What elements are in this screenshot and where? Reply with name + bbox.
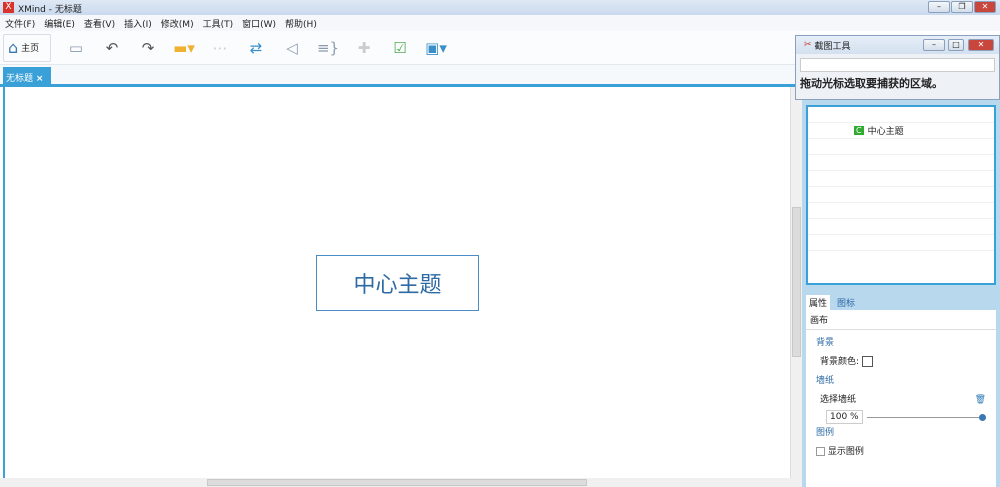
outline-item[interactable]: C 中心主题 [808, 123, 994, 139]
snip-minimize-button[interactable]: – [923, 39, 945, 51]
scroll-thumb[interactable] [792, 207, 801, 357]
undo-icon[interactable]: ↶ [101, 37, 123, 59]
menu-view[interactable]: 查看(V) [84, 17, 115, 30]
home-icon: ⌂ [8, 38, 19, 57]
summary-icon[interactable]: ≡} [317, 37, 339, 59]
topic-icon[interactable]: ▬▾ [173, 37, 195, 59]
close-button[interactable]: ✕ [974, 1, 996, 13]
menu-help[interactable]: 帮助(H) [285, 17, 317, 30]
scroll-thumb[interactable] [207, 479, 587, 486]
tab-label: 无标题 [6, 74, 34, 84]
opacity-slider[interactable] [866, 413, 986, 421]
legend-section: 图例 [816, 428, 835, 438]
delete-icon[interactable]: 🗑 [975, 391, 986, 410]
tab-bar: 无标题 × [0, 65, 795, 87]
background-section: 背景 [816, 338, 835, 348]
tab-properties[interactable]: 属性 [806, 295, 831, 310]
show-legend-checkbox[interactable] [816, 447, 825, 456]
panel-header: 画布 [806, 310, 996, 330]
menu-bar: 文件(F) 编辑(E) 查看(V) 插入(I) 修改(M) 工具(T) 窗口(W… [0, 15, 1000, 31]
menu-insert[interactable]: 插入(I) [124, 17, 152, 30]
menu-window[interactable]: 窗口(W) [242, 17, 276, 30]
save-icon[interactable]: ▭ [65, 37, 87, 59]
tab-untitled[interactable]: 无标题 × [3, 67, 51, 87]
snip-title: 截图工具 [814, 41, 851, 52]
snipping-tool-window: ✂ 截图工具 – □ ✕ 拖动光标选取要捕获的区域。 [795, 35, 1000, 100]
home-button[interactable]: ⌂ 主页 [3, 33, 51, 62]
menu-tools[interactable]: 工具(T) [203, 17, 234, 30]
xmind-logo-icon: X [3, 2, 14, 13]
snip-close-button[interactable]: ✕ [968, 39, 994, 51]
tab-close-icon[interactable]: × [36, 74, 44, 84]
snip-hint: 拖动光标选取要捕获的区域。 [800, 77, 943, 90]
outline-item-label: 中心主题 [867, 127, 904, 137]
opacity-value[interactable]: 100 % [826, 410, 863, 424]
background-color-swatch[interactable] [861, 356, 873, 367]
window-title: XMind - 无标题 [18, 5, 82, 15]
task-icon[interactable]: ☑ [389, 37, 411, 59]
boundary-icon[interactable]: ◁ [281, 37, 303, 59]
background-color-label: 背景颜色: [820, 357, 860, 367]
outline-panel: C 中心主题 [806, 105, 996, 285]
central-topic-badge-icon: C [854, 126, 864, 135]
scissors-icon: ✂ [804, 40, 812, 50]
image-icon[interactable]: ▣▾ [425, 37, 447, 59]
central-topic[interactable]: 中心主题 [316, 255, 479, 311]
minimize-button[interactable]: – [928, 1, 950, 13]
title-bar: X XMind - 无标题 – ❐ ✕ [0, 0, 1000, 15]
redo-icon[interactable]: ↷ [137, 37, 159, 59]
properties-panel: 属性 图标 画布 背景 背景颜色: 墙纸 选择墙纸 🗑 100 % 图例 显示图例 [806, 292, 996, 487]
menu-modify[interactable]: 修改(M) [161, 17, 194, 30]
maximize-button[interactable]: ❐ [951, 1, 973, 13]
wallpaper-section: 墙纸 [816, 376, 835, 386]
tab-icons[interactable]: 图标 [834, 295, 858, 310]
vertical-scrollbar[interactable] [790, 87, 802, 478]
horizontal-scrollbar[interactable] [0, 478, 802, 487]
menu-file[interactable]: 文件(F) [5, 17, 35, 30]
show-legend-label: 显示图例 [827, 447, 864, 457]
snip-maximize-button[interactable]: □ [948, 39, 964, 51]
callout-icon[interactable]: ⋯ [209, 37, 231, 59]
relationship-icon[interactable]: ⇄ [245, 37, 267, 59]
home-label: 主页 [21, 44, 40, 54]
menu-edit[interactable]: 编辑(E) [44, 17, 75, 30]
toolbar: ⌂ 主页 ▭ ↶ ↷ ▬▾ ⋯ ⇄ ◁ ≡} ✚ ☑ ▣▾ [0, 31, 800, 65]
note-icon[interactable]: ✚ [353, 37, 375, 59]
wallpaper-select[interactable]: 选择墙纸 [820, 391, 856, 410]
